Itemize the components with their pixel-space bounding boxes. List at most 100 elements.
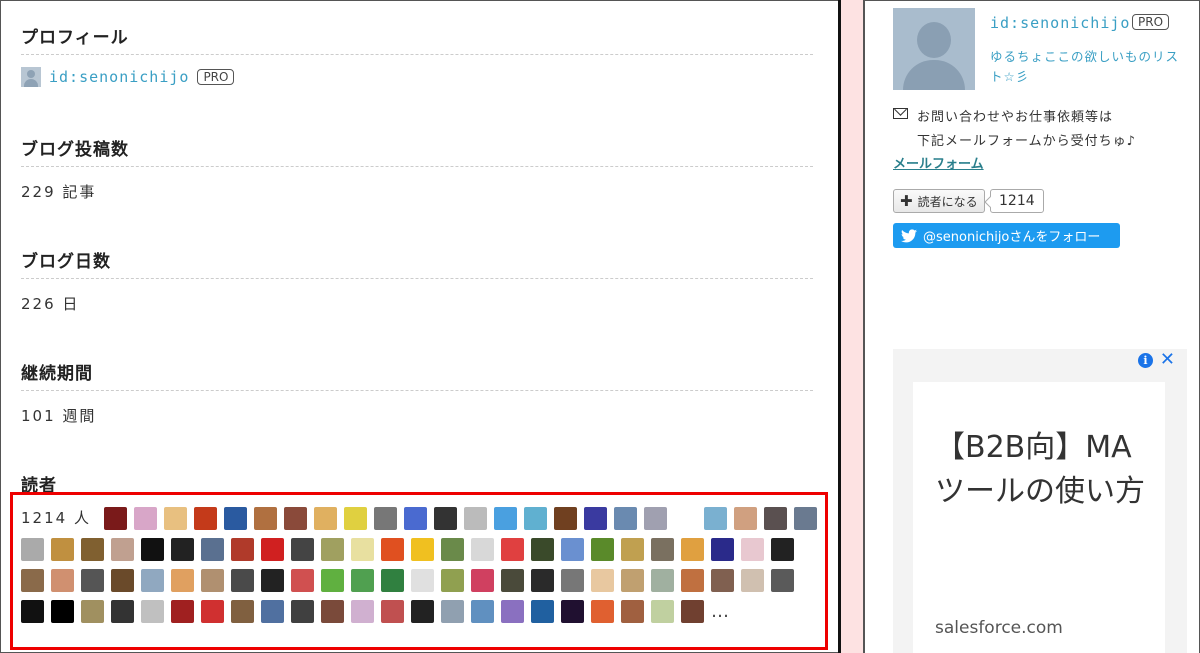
reader-avatar[interactable] bbox=[651, 569, 674, 592]
reader-avatar[interactable] bbox=[351, 538, 374, 561]
ad-domain[interactable]: salesforce.com bbox=[935, 618, 1063, 638]
reader-avatar[interactable] bbox=[621, 569, 644, 592]
pro-badge[interactable]: PRO bbox=[197, 69, 235, 85]
reader-avatar[interactable] bbox=[51, 538, 74, 561]
reader-avatar[interactable] bbox=[21, 600, 44, 623]
reader-avatar[interactable] bbox=[561, 569, 584, 592]
reader-avatar[interactable] bbox=[501, 569, 524, 592]
reader-avatar[interactable] bbox=[591, 600, 614, 623]
reader-avatar[interactable] bbox=[733, 507, 757, 530]
reader-avatar[interactable] bbox=[441, 569, 464, 592]
reader-avatar[interactable] bbox=[381, 569, 404, 592]
reader-avatar[interactable] bbox=[681, 569, 704, 592]
sidebar-pro-badge[interactable]: PRO bbox=[1132, 14, 1170, 30]
ad-close-icon[interactable]: ✕ bbox=[1160, 349, 1175, 370]
reader-avatar[interactable] bbox=[51, 600, 74, 623]
ad-info-icon[interactable]: i bbox=[1138, 353, 1153, 368]
reader-avatar[interactable] bbox=[673, 507, 697, 530]
reader-avatar[interactable] bbox=[531, 569, 554, 592]
reader-avatar[interactable] bbox=[763, 507, 787, 530]
reader-avatar[interactable] bbox=[711, 538, 734, 561]
reader-avatar[interactable] bbox=[291, 569, 314, 592]
reader-avatar[interactable] bbox=[613, 507, 637, 530]
reader-avatar[interactable] bbox=[321, 600, 344, 623]
reader-avatar[interactable] bbox=[711, 569, 734, 592]
reader-avatar[interactable] bbox=[523, 507, 547, 530]
reader-avatar[interactable] bbox=[463, 507, 487, 530]
more-readers-link[interactable]: … bbox=[711, 600, 729, 623]
reader-avatar[interactable] bbox=[403, 507, 427, 530]
sidebar-user-id-link[interactable]: id:senonichijo bbox=[990, 14, 1130, 32]
reader-avatar[interactable] bbox=[621, 600, 644, 623]
reader-avatar[interactable] bbox=[561, 600, 584, 623]
reader-avatar[interactable] bbox=[231, 538, 254, 561]
reader-avatar[interactable] bbox=[471, 569, 494, 592]
reader-avatar[interactable] bbox=[21, 569, 44, 592]
reader-avatar[interactable] bbox=[771, 569, 794, 592]
reader-avatar[interactable] bbox=[411, 538, 434, 561]
reader-avatar[interactable] bbox=[111, 600, 134, 623]
reader-avatar[interactable] bbox=[351, 600, 374, 623]
reader-avatar[interactable] bbox=[141, 600, 164, 623]
reader-avatar[interactable] bbox=[493, 507, 517, 530]
reader-avatar[interactable] bbox=[111, 538, 134, 561]
reader-avatar[interactable] bbox=[291, 600, 314, 623]
reader-avatar[interactable] bbox=[681, 600, 704, 623]
reader-avatar[interactable] bbox=[321, 569, 344, 592]
reader-avatar[interactable] bbox=[231, 569, 254, 592]
twitter-follow-button[interactable]: @senonichijoさんをフォロー bbox=[893, 223, 1120, 248]
reader-avatar[interactable] bbox=[313, 507, 337, 530]
reader-avatar[interactable] bbox=[433, 507, 457, 530]
reader-avatar[interactable] bbox=[81, 538, 104, 561]
reader-avatar[interactable] bbox=[621, 538, 644, 561]
avatar[interactable] bbox=[21, 67, 41, 87]
subscribe-button[interactable]: ✚ 読者になる bbox=[893, 189, 985, 213]
reader-avatar[interactable] bbox=[591, 569, 614, 592]
reader-avatar[interactable] bbox=[253, 507, 277, 530]
reader-avatar[interactable] bbox=[501, 538, 524, 561]
reader-avatar[interactable] bbox=[561, 538, 584, 561]
reader-avatar[interactable] bbox=[163, 507, 187, 530]
reader-avatar[interactable] bbox=[261, 538, 284, 561]
reader-avatar[interactable] bbox=[381, 600, 404, 623]
reader-avatar[interactable] bbox=[321, 538, 344, 561]
reader-avatar[interactable] bbox=[21, 538, 44, 561]
reader-avatar[interactable] bbox=[651, 600, 674, 623]
reader-avatar[interactable] bbox=[193, 507, 217, 530]
reader-avatar[interactable] bbox=[141, 569, 164, 592]
ad-card[interactable]: 【B2B向】MAツールの使い方 salesforce.com bbox=[913, 382, 1165, 653]
reader-avatar[interactable] bbox=[381, 538, 404, 561]
reader-avatar[interactable] bbox=[351, 569, 374, 592]
reader-avatar[interactable] bbox=[741, 538, 764, 561]
reader-avatar[interactable] bbox=[223, 507, 247, 530]
wishlist-link[interactable]: ゆるちょここの欲しいものリスト☆彡 bbox=[990, 47, 1190, 87]
reader-avatar[interactable] bbox=[741, 569, 764, 592]
reader-avatar[interactable] bbox=[531, 538, 554, 561]
reader-avatar[interactable] bbox=[553, 507, 577, 530]
reader-avatar[interactable] bbox=[171, 569, 194, 592]
reader-avatar[interactable] bbox=[531, 600, 554, 623]
reader-avatar[interactable] bbox=[111, 569, 134, 592]
reader-avatar[interactable] bbox=[231, 600, 254, 623]
reader-avatar[interactable] bbox=[373, 507, 397, 530]
reader-avatar[interactable] bbox=[441, 538, 464, 561]
reader-avatar[interactable] bbox=[201, 569, 224, 592]
reader-avatar[interactable] bbox=[81, 600, 104, 623]
reader-avatar[interactable] bbox=[793, 507, 817, 530]
reader-avatar[interactable] bbox=[591, 538, 614, 561]
reader-avatar[interactable] bbox=[681, 538, 704, 561]
reader-avatar[interactable] bbox=[643, 507, 667, 530]
reader-avatar[interactable] bbox=[171, 538, 194, 561]
reader-avatar[interactable] bbox=[583, 507, 607, 530]
ad-title[interactable]: 【B2B向】MAツールの使い方 bbox=[935, 426, 1155, 514]
reader-avatar[interactable] bbox=[291, 538, 314, 561]
reader-avatar[interactable] bbox=[411, 600, 434, 623]
reader-avatar[interactable] bbox=[81, 569, 104, 592]
reader-avatar[interactable] bbox=[141, 538, 164, 561]
reader-avatar[interactable] bbox=[201, 538, 224, 561]
reader-avatar[interactable] bbox=[771, 538, 794, 561]
reader-avatar[interactable] bbox=[471, 538, 494, 561]
profile-avatar[interactable] bbox=[893, 8, 975, 90]
reader-avatar[interactable] bbox=[703, 507, 727, 530]
reader-avatar[interactable] bbox=[171, 600, 194, 623]
